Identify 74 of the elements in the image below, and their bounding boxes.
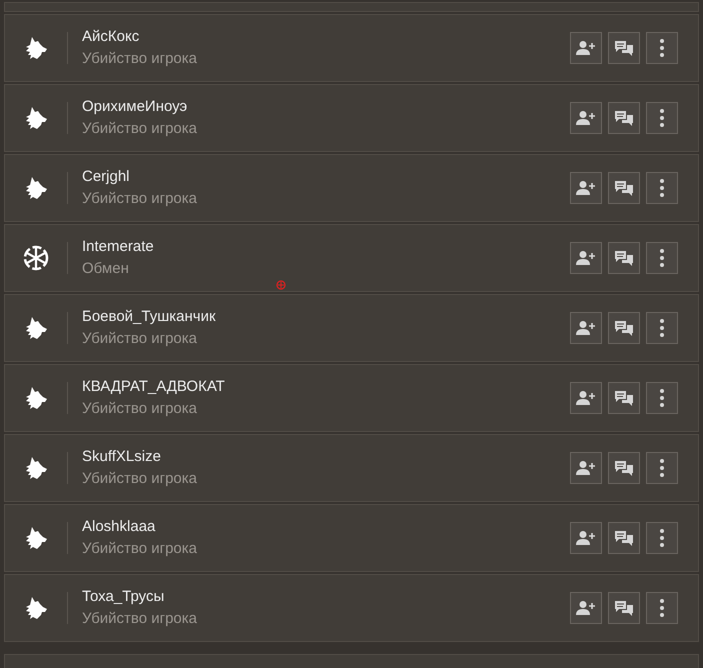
event-type: Убийство игрока (82, 49, 198, 69)
more-vertical-icon (660, 249, 664, 267)
chat-bubbles-icon (614, 40, 634, 56)
add-friend-button[interactable] (570, 522, 602, 554)
event-type: Убийство игрока (82, 329, 198, 349)
add-person-icon (576, 40, 596, 56)
crosshair-icon (276, 280, 286, 290)
add-person-icon (576, 180, 596, 196)
add-friend-button[interactable] (570, 32, 602, 64)
more-button[interactable] (646, 382, 678, 414)
player-name: Тоха_Трусы (82, 587, 166, 607)
chat-button[interactable] (608, 172, 640, 204)
event-type: Убийство игрока (82, 609, 198, 629)
event-type: Убийство игрока (82, 119, 198, 139)
more-button[interactable] (646, 102, 678, 134)
chat-bubbles-icon (614, 600, 634, 616)
chat-button[interactable] (608, 32, 640, 64)
add-friend-button[interactable] (570, 382, 602, 414)
chat-bubbles-icon (614, 110, 634, 126)
more-button[interactable] (646, 522, 678, 554)
player-name: SkuffXLsize (82, 447, 162, 467)
player-name: Intemerate (82, 237, 155, 257)
emblem-icon (23, 245, 49, 271)
chat-button[interactable] (608, 382, 640, 414)
add-person-icon (576, 390, 596, 406)
more-vertical-icon (660, 599, 664, 617)
chat-bubbles-icon (614, 320, 634, 336)
add-person-icon (576, 600, 596, 616)
add-person-icon (576, 250, 596, 266)
more-button[interactable] (646, 32, 678, 64)
chat-button[interactable] (608, 522, 640, 554)
add-person-icon (576, 110, 596, 126)
more-vertical-icon (660, 389, 664, 407)
chat-button[interactable] (608, 242, 640, 274)
add-person-icon (576, 460, 596, 476)
add-friend-button[interactable] (570, 102, 602, 134)
chat-button[interactable] (608, 102, 640, 134)
more-vertical-icon (660, 319, 664, 337)
more-vertical-icon (660, 109, 664, 127)
more-vertical-icon (660, 529, 664, 547)
add-person-icon (576, 530, 596, 546)
chat-button[interactable] (608, 452, 640, 484)
event-type: Убийство игрока (82, 399, 198, 419)
more-button[interactable] (646, 452, 678, 484)
more-button[interactable] (646, 312, 678, 344)
more-vertical-icon (660, 179, 664, 197)
add-friend-button[interactable] (570, 312, 602, 344)
player-name: Боевой_Тушканчик (82, 307, 217, 327)
more-button[interactable] (646, 592, 678, 624)
chat-bubbles-icon (614, 460, 634, 476)
add-friend-button[interactable] (570, 242, 602, 274)
more-button[interactable] (646, 242, 678, 274)
more-vertical-icon (660, 459, 664, 477)
add-friend-button[interactable] (570, 592, 602, 624)
player-name: КВАДРАТ_АДВОКАТ (82, 377, 226, 397)
event-type: Убийство игрока (82, 189, 198, 209)
chat-bubbles-icon (614, 530, 634, 546)
more-vertical-icon (660, 39, 664, 57)
event-type: Убийство игрока (82, 469, 198, 489)
chat-bubbles-icon (614, 390, 634, 406)
chat-button[interactable] (608, 592, 640, 624)
chat-bubbles-icon (614, 250, 634, 266)
player-name: Cerjghl (82, 167, 131, 187)
player-name: Aloshklaaa (82, 517, 156, 537)
chat-bubbles-icon (614, 180, 634, 196)
more-button[interactable] (646, 172, 678, 204)
event-type: Обмен (82, 259, 130, 279)
player-name: ОрихимеИноуэ (82, 97, 188, 117)
event-type: Убийство игрока (82, 539, 198, 559)
add-friend-button[interactable] (570, 172, 602, 204)
add-friend-button[interactable] (570, 452, 602, 484)
add-person-icon (576, 320, 596, 336)
player-name: АйсКокс (82, 27, 140, 47)
chat-button[interactable] (608, 312, 640, 344)
